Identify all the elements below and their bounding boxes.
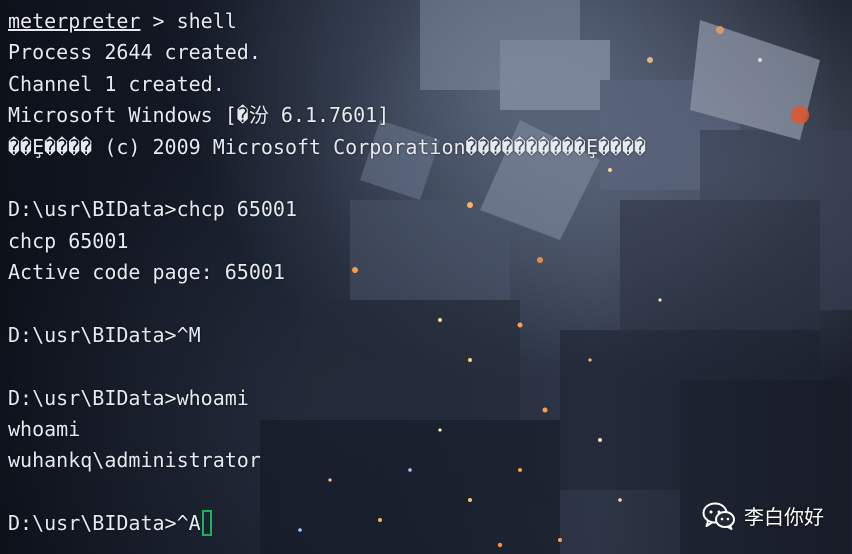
terminal-line: D:\usr\BIData>^M (8, 322, 201, 347)
terminal-window[interactable]: meterpreter > shell Process 2644 created… (0, 0, 852, 554)
terminal-output: meterpreter > shell Process 2644 created… (8, 6, 646, 540)
terminal-line: Process 2644 created. (8, 40, 261, 65)
terminal-line-prompt: meterpreter > shell (8, 6, 646, 37)
text-cursor (201, 510, 212, 537)
terminal-line: D:\usr\BIData>whoami (8, 385, 249, 410)
terminal-line-current[interactable]: D:\usr\BIData>^A (8, 508, 646, 539)
current-command: D:\usr\BIData>^A (8, 511, 201, 536)
wechat-watermark: 李白你好 (702, 501, 824, 530)
terminal-line: ��Ȩ���� (c) 2009 Microsoft Corporation��… (8, 134, 647, 159)
terminal-line: D:\usr\BIData>chcp 65001 (8, 197, 297, 222)
meterpreter-prompt: meterpreter (8, 9, 141, 33)
terminal-line: Active code page: 65001 (8, 260, 285, 285)
terminal-line: Microsoft Windows [�汾 6.1.7601] (8, 103, 390, 128)
wechat-icon (702, 502, 735, 530)
terminal-line: whoami (8, 417, 81, 442)
terminal-line: chcp 65001 (8, 228, 129, 253)
terminal-line: Channel 1 created. (8, 71, 225, 96)
prompt-command: > shell (140, 9, 237, 33)
watermark-text: 李白你好 (744, 505, 824, 529)
terminal-line: wuhankq\administrator (8, 448, 261, 473)
